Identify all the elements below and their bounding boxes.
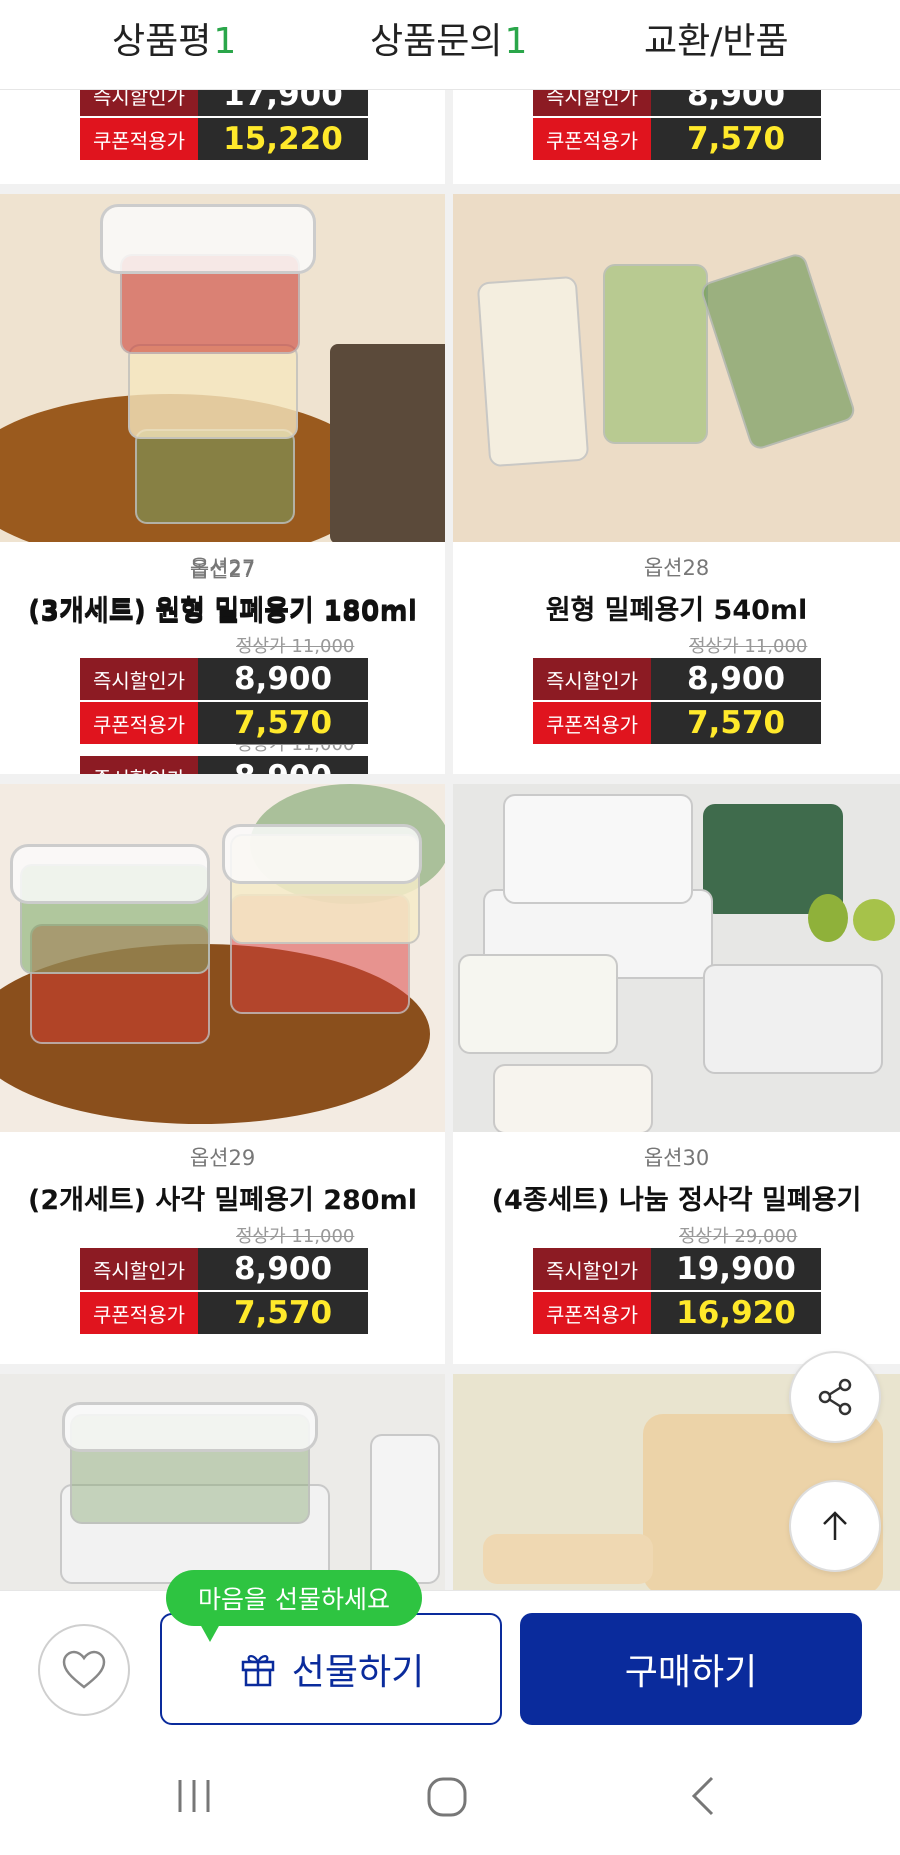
tab-exchange-return-label: 교환/반품 xyxy=(644,21,789,62)
coupon-price-label: 쿠폰적용가 xyxy=(533,118,651,160)
coupon-price-row: 쿠폰적용가 7,570 xyxy=(533,118,821,160)
coupon-price-row: 쿠폰적용가 7,570 xyxy=(80,702,368,744)
instant-price-value: 8,900 xyxy=(198,1248,368,1290)
coupon-price-value: 7,570 xyxy=(651,702,821,744)
original-price: 정상가 29,000 xyxy=(679,1226,798,1247)
instant-price-label: 즉시할인가 xyxy=(533,658,651,700)
instant-price-label: 즉시할인가 xyxy=(80,90,198,116)
instant-price-label: 즉시할인가 xyxy=(533,90,651,116)
coupon-price-row: 쿠폰적용가 7,570 xyxy=(533,702,821,744)
arrow-up-icon xyxy=(823,1511,847,1540)
recents-icon[interactable] xyxy=(172,1774,216,1818)
share-icon xyxy=(818,1378,852,1416)
coupon-price-label: 쿠폰적용가 xyxy=(533,1292,651,1334)
instant-price-value: 17,900 xyxy=(198,90,368,116)
purchase-action-bar: 선물하기 구매하기 xyxy=(0,1590,900,1740)
tab-qna-label: 상품문의 xyxy=(370,21,503,62)
system-nav-bar xyxy=(0,1740,900,1855)
product-name: (3개세트) 원형 밀폐용기 180ml xyxy=(28,595,417,626)
tab-reviews-label: 상품평 xyxy=(112,21,212,62)
instant-price-value: 8,900 xyxy=(651,658,821,700)
coupon-price-label: 쿠폰적용가 xyxy=(80,118,198,160)
detail-tab-bar: 상품평1 상품문의1 교환/반품 xyxy=(0,0,900,90)
gift-button-label: 선물하기 xyxy=(291,1652,425,1693)
product-image[interactable] xyxy=(0,784,445,1132)
product-name: (2개세트) 사각 밀폐용기 280ml xyxy=(28,1185,417,1216)
product-image[interactable] xyxy=(453,784,900,1132)
option-label: 옵션29 xyxy=(189,1146,256,1170)
product-name: 원형 밀폐용기 540ml xyxy=(545,595,808,626)
back-icon[interactable] xyxy=(684,1774,724,1818)
coupon-price-value: 16,920 xyxy=(651,1292,821,1334)
gift-icon xyxy=(241,1655,274,1687)
instant-price-value: 8,900 xyxy=(651,90,821,116)
coupon-price-row: 쿠폰적용가 16,920 xyxy=(533,1292,821,1334)
product-info-option-27: 옵션27 (3개세트) 원형 밀폐용기 180ml 정상가 11,000 즉시할… xyxy=(0,544,445,774)
product-name: (4종세트) 나눔 정사각 밀폐용기 xyxy=(491,1185,862,1216)
product-info-option-28: 옵션28 원형 밀폐용기 540ml 정상가 11,000 즉시할인가 8,90… xyxy=(453,544,900,774)
coupon-price-label: 쿠폰적용가 xyxy=(80,702,198,744)
gift-tooltip: 마음을 선물하세요 xyxy=(166,1570,422,1642)
coupon-price-value: 15,220 xyxy=(198,118,368,160)
product-card[interactable] xyxy=(0,1374,445,1590)
option-label: 옵션27 xyxy=(189,556,256,580)
wishlist-button[interactable] xyxy=(38,1624,130,1716)
product-image[interactable] xyxy=(0,1374,445,1590)
instant-price-row: 즉시할인가 8,900 xyxy=(80,1248,368,1290)
instant-price-label: 즉시할인가 xyxy=(533,1248,651,1290)
instant-price-value: 19,900 xyxy=(651,1248,821,1290)
instant-price-row: 즉시할인가 8,900 xyxy=(80,658,368,700)
tab-exchange-return[interactable]: 교환/반품 xyxy=(644,12,789,64)
coupon-price-value: 7,570 xyxy=(198,1292,368,1334)
product-info-option-30: 옵션30 (4종세트) 나눔 정사각 밀폐용기 정상가 29,000 즉시할인가… xyxy=(453,1134,900,1364)
product-info-option-29: 옵션29 (2개세트) 사각 밀폐용기 280ml 정상가 11,000 즉시할… xyxy=(0,1134,445,1364)
instant-price-row: 즉시할인가 19,900 xyxy=(533,1248,821,1290)
tab-reviews-count: 1 xyxy=(213,21,237,62)
coupon-price-row: 쿠폰적용가 7,570 xyxy=(80,1292,368,1334)
product-grid[interactable]: 즉시할인가 17,900 쿠폰적용가 15,220 즉시할인가 8,900 쿠폰… xyxy=(0,90,900,1590)
instant-price-label: 즉시할인가 xyxy=(80,658,198,700)
tab-qna[interactable]: 상품문의1 xyxy=(370,12,527,64)
buy-button-label: 구매하기 xyxy=(624,1652,758,1693)
scroll-top-button[interactable] xyxy=(789,1480,881,1572)
option-label: 옵션28 xyxy=(643,556,710,580)
coupon-price-label: 쿠폰적용가 xyxy=(533,702,651,744)
buy-button[interactable]: 구매하기 xyxy=(520,1613,862,1725)
instant-price-row: 즉시할인가 17,900 xyxy=(80,90,368,116)
product-card[interactable]: 즉시할인가 17,900 쿠폰적용가 15,220 xyxy=(0,90,445,184)
instant-price-row: 즉시할인가 8,900 xyxy=(533,90,821,116)
coupon-price-value: 7,570 xyxy=(198,702,368,744)
product-image[interactable] xyxy=(0,194,445,542)
product-card[interactable]: 즉시할인가 8,900 쿠폰적용가 7,570 xyxy=(453,90,900,184)
product-image[interactable] xyxy=(453,194,900,542)
home-icon[interactable] xyxy=(424,1774,470,1820)
tab-reviews[interactable]: 상품평1 xyxy=(112,12,236,64)
instant-price-row: 즉시할인가 8,900 xyxy=(533,658,821,700)
original-price: 정상가 11,000 xyxy=(689,636,808,657)
share-button[interactable] xyxy=(789,1351,881,1443)
coupon-price-label: 쿠폰적용가 xyxy=(80,1292,198,1334)
tab-qna-count: 1 xyxy=(504,21,528,62)
instant-price-value: 8,900 xyxy=(198,658,368,700)
original-price: 정상가 11,000 xyxy=(236,636,355,657)
coupon-price-row: 쿠폰적용가 15,220 xyxy=(80,118,368,160)
coupon-price-value: 7,570 xyxy=(651,118,821,160)
instant-price-label: 즉시할인가 xyxy=(80,1248,198,1290)
option-label: 옵션30 xyxy=(643,1146,710,1170)
heart-icon xyxy=(62,1650,106,1689)
original-price: 정상가 11,000 xyxy=(236,1226,355,1247)
